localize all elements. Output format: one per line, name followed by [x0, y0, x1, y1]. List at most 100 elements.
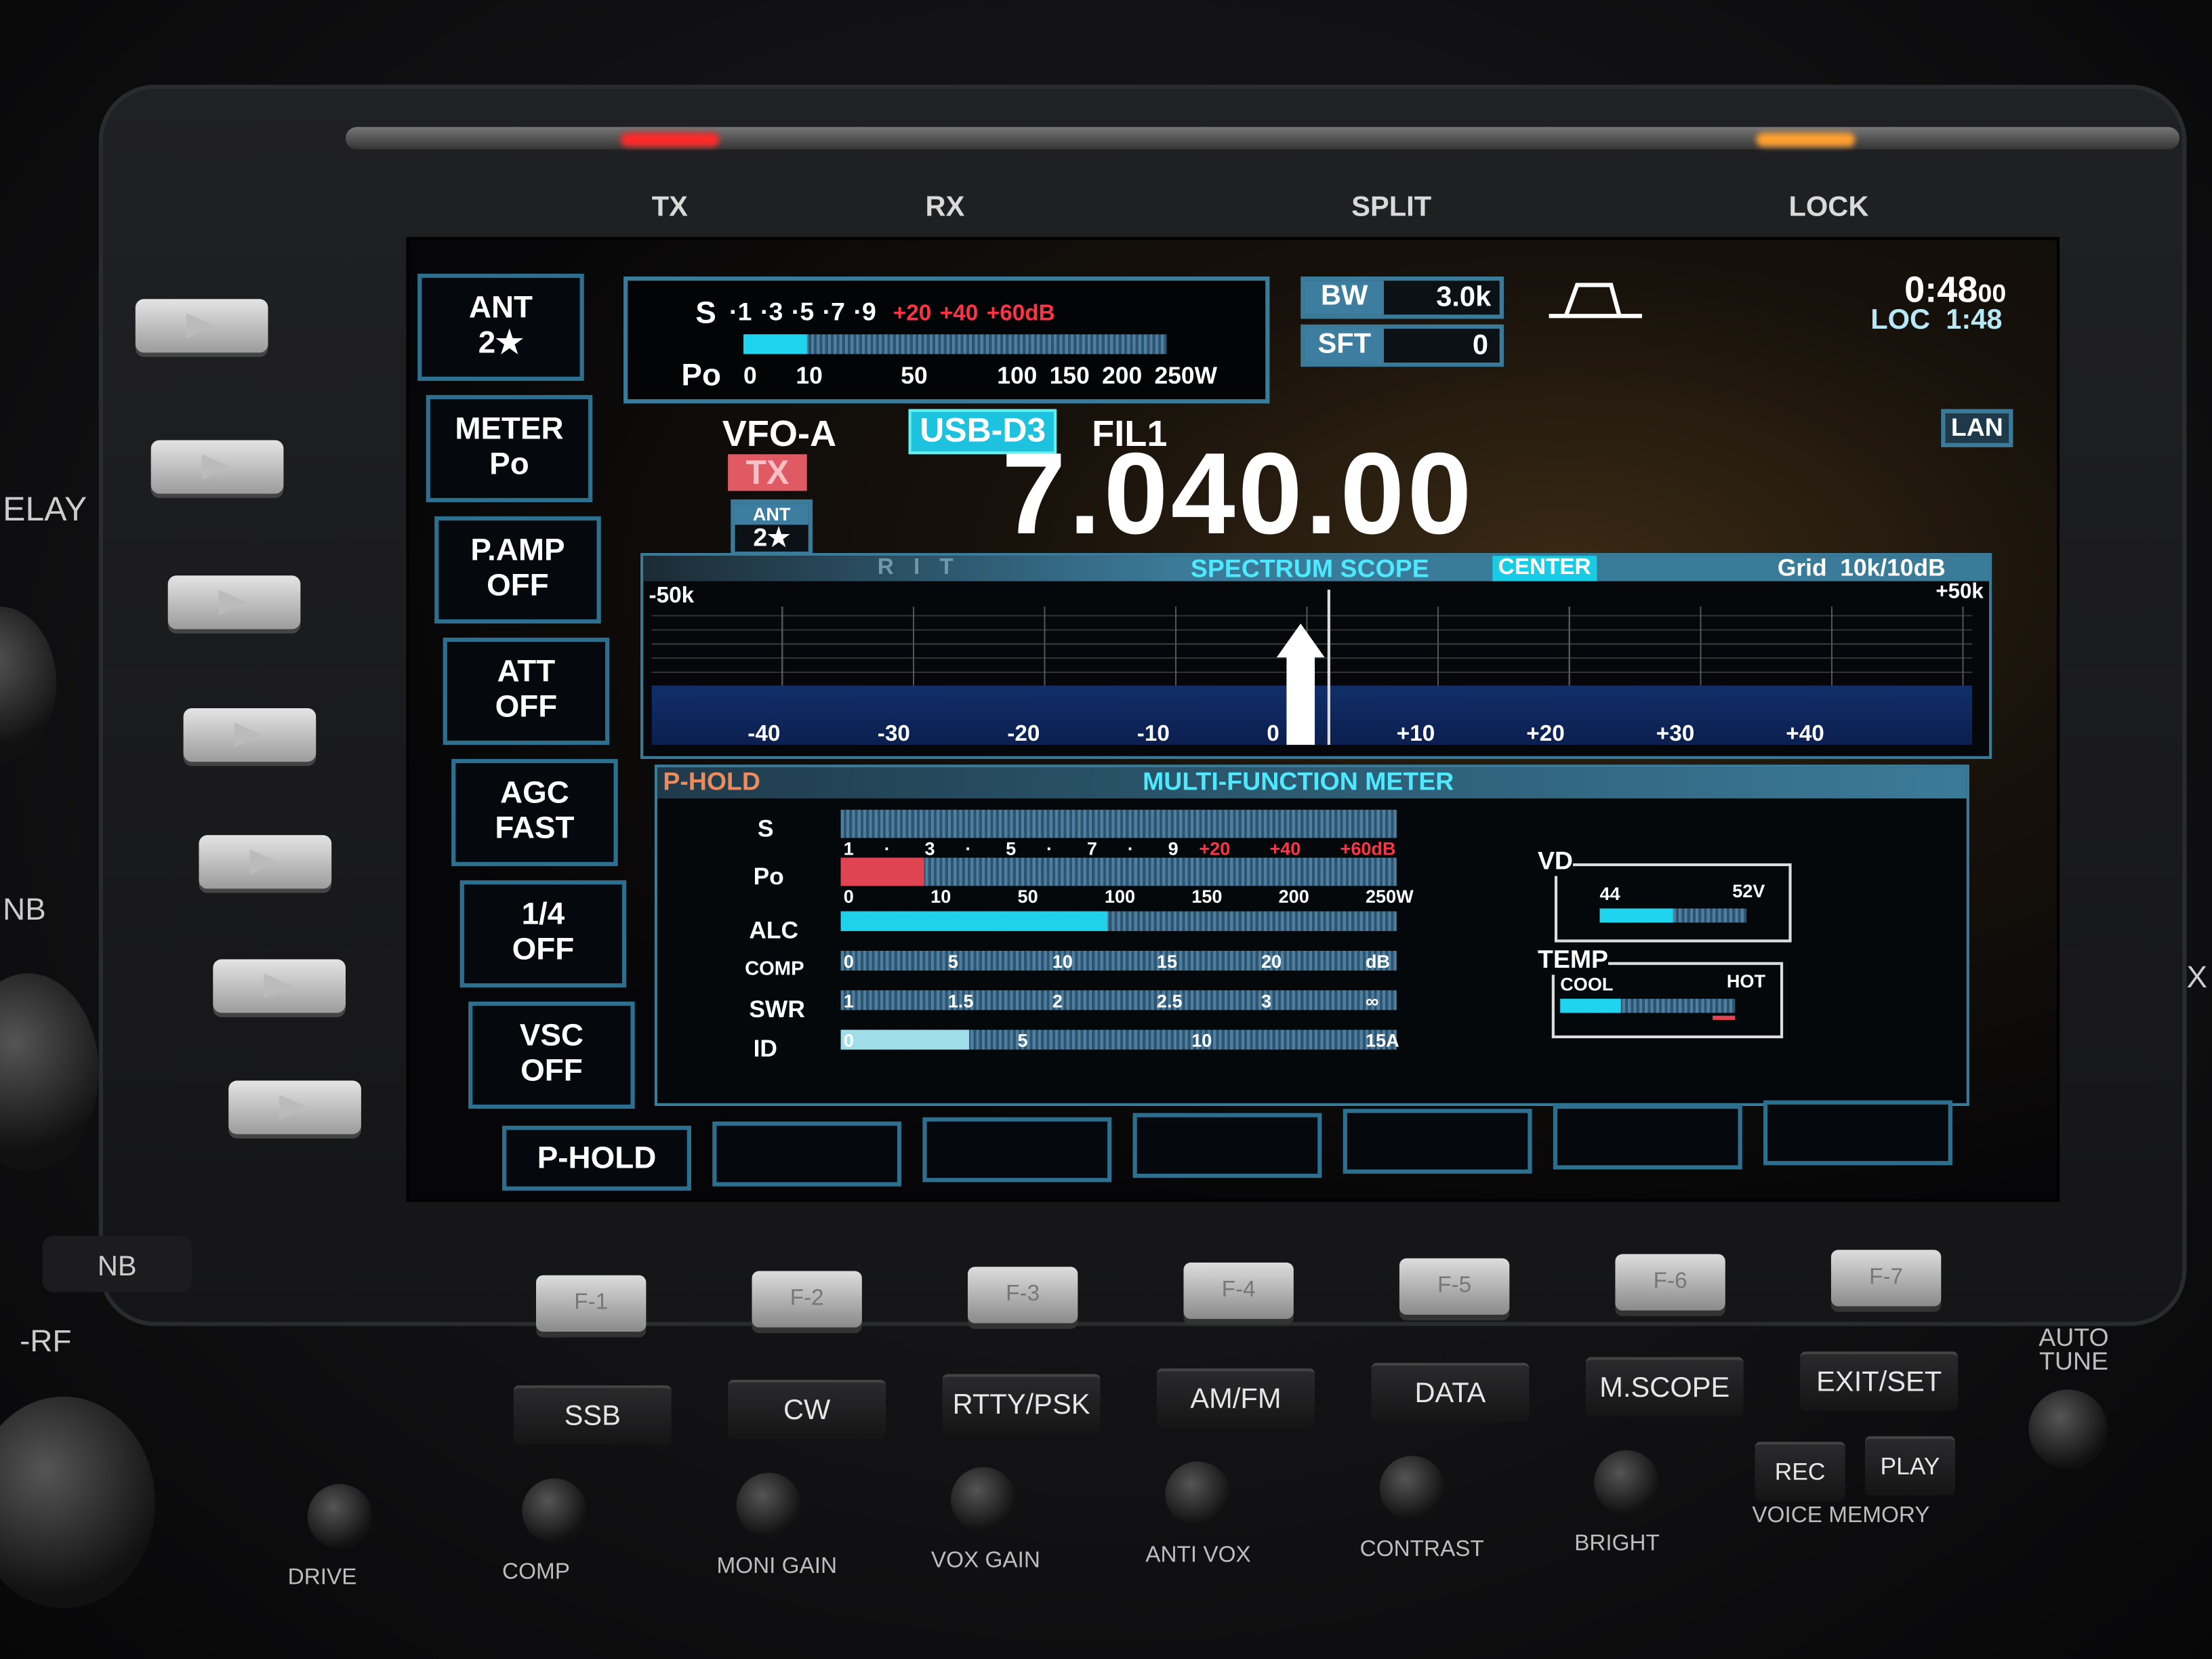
- mode-button-ssb[interactable]: SSB: [513, 1385, 672, 1445]
- loc-time: 1:48: [1946, 304, 2003, 336]
- softkey-arrow-button-3[interactable]: [167, 575, 301, 630]
- mfm-title: MULTI-FUNCTION METER: [1143, 767, 1454, 796]
- bottom-softkey-2[interactable]: [712, 1121, 902, 1187]
- tx-indicator: TX: [651, 192, 688, 223]
- auto-tune-button[interactable]: [2028, 1389, 2108, 1469]
- softkey-meter[interactable]: METER Po: [426, 394, 593, 503]
- rx-indicator: RX: [925, 192, 965, 223]
- function-key-3[interactable]: F-3: [967, 1267, 1078, 1324]
- nb-button[interactable]: NB: [42, 1235, 192, 1292]
- s-scale-tick: ·1: [729, 298, 752, 326]
- top-meter-bar: [743, 334, 1167, 354]
- rf-knob[interactable]: [0, 1396, 155, 1609]
- knob-anti-vox[interactable]: [1165, 1461, 1231, 1527]
- softkey-label: ANT: [468, 289, 533, 325]
- top-meter-fill: [743, 334, 807, 354]
- mfm-tick: 20: [1261, 950, 1282, 972]
- scope-scale-tick: +10: [1396, 722, 1435, 747]
- vfo-name[interactable]: VFO-A: [722, 412, 836, 456]
- s-over-tick: +20: [893, 302, 932, 326]
- play-button[interactable]: PLAY: [1864, 1436, 1956, 1496]
- mode-button-mscope[interactable]: M.SCOPE: [1585, 1357, 1744, 1416]
- sft-display[interactable]: SFT 0: [1300, 324, 1504, 367]
- po-scale-tick: 250W: [1154, 362, 1218, 390]
- left-knob-2[interactable]: [0, 973, 99, 1171]
- mfm-tick: ∞: [1365, 990, 1379, 1012]
- arrow-right-icon: [249, 849, 279, 875]
- knob-label: COMP: [502, 1560, 570, 1584]
- po-scale-tick: 200: [1102, 362, 1143, 390]
- softkey-value: OFF: [512, 930, 575, 966]
- knob-bright[interactable]: [1594, 1450, 1659, 1515]
- mfm-tick: 0: [843, 1029, 854, 1051]
- mfm-tick: ·: [965, 838, 972, 859]
- softkey-arrow-button-6[interactable]: [213, 959, 346, 1013]
- mode-button-cw[interactable]: CW: [728, 1379, 886, 1439]
- bottom-softkey-7[interactable]: [1763, 1100, 1952, 1166]
- mode-button-data[interactable]: DATA: [1371, 1362, 1530, 1422]
- softkey-arrow-button-1[interactable]: [135, 299, 268, 353]
- temp-meter: TEMP COOL HOT: [1537, 945, 1784, 1039]
- scope-mode[interactable]: CENTER: [1492, 556, 1597, 581]
- softkey-arrow-button-2[interactable]: [150, 440, 284, 494]
- softkey-label: 1/4: [521, 895, 565, 931]
- scope-scale-tick: -40: [747, 722, 781, 747]
- function-key-2[interactable]: F-2: [752, 1271, 862, 1328]
- mfm-tick: 5: [1017, 1029, 1028, 1051]
- bottom-softkey-1[interactable]: P-HOLD: [502, 1126, 691, 1191]
- rec-button[interactable]: REC: [1755, 1441, 1845, 1501]
- bw-display[interactable]: BW 3.0k: [1300, 276, 1504, 319]
- po-scale-tick: 0: [743, 362, 757, 390]
- softkey-value: FAST: [495, 809, 575, 845]
- knob-contrast[interactable]: [1379, 1456, 1445, 1521]
- mfm-row-label-po: Po: [753, 863, 784, 890]
- softkey-arrow-button-4[interactable]: [183, 708, 316, 762]
- po-scale-tick: 150: [1049, 362, 1090, 390]
- softkey-pamp[interactable]: P.AMP OFF: [434, 516, 601, 624]
- knob-label: BRIGHT: [1574, 1532, 1660, 1557]
- mfm-row-label-alc: ALC: [749, 917, 799, 944]
- bottom-softkey-3[interactable]: [922, 1117, 1112, 1183]
- softkey-agc[interactable]: AGC FAST: [451, 758, 618, 867]
- bottom-softkey-4[interactable]: [1132, 1113, 1322, 1179]
- softkey-arrow-button-7[interactable]: [228, 1080, 361, 1134]
- temp-hot-zone: [1713, 1015, 1736, 1020]
- sft-label: SFT: [1305, 329, 1385, 363]
- knob-drive[interactable]: [307, 1483, 373, 1549]
- lock-indicator: LOCK: [1788, 192, 1869, 223]
- scope-scale-tick: -20: [1007, 722, 1040, 747]
- mode-button-amfm[interactable]: AM/FM: [1156, 1368, 1315, 1428]
- lock-led: [1756, 132, 1856, 147]
- mode-button-exitset[interactable]: EXIT/SET: [1800, 1351, 1959, 1411]
- function-key-4[interactable]: F-4: [1183, 1263, 1294, 1319]
- frequency-display[interactable]: 7.040.00: [1002, 434, 1475, 556]
- mfm-tick: ·: [884, 838, 890, 859]
- function-key-5[interactable]: F-5: [1399, 1258, 1510, 1315]
- temp-max: HOT: [1726, 970, 1766, 992]
- softkey-vsc[interactable]: VSC OFF: [468, 1001, 635, 1109]
- knob-label: VOX GAIN: [930, 1549, 1040, 1573]
- scope-title: SPECTRUM SCOPE: [1190, 554, 1429, 583]
- softkey-arrow-button-5[interactable]: [199, 835, 332, 889]
- spectrum-scope[interactable]: RIT SPECTRUM SCOPE CENTER Grid 10k/10dB …: [640, 552, 1992, 759]
- bottom-softkey-5[interactable]: [1343, 1109, 1532, 1174]
- mfm-bar-fill: [840, 857, 924, 886]
- function-key-1[interactable]: F-1: [536, 1275, 647, 1332]
- multi-function-meter: P-HOLD MULTI-FUNCTION METER S 1 · 3 · 5 · 7 · 9 +2…: [654, 764, 1969, 1106]
- display-screen: ANT 2★ METER Po P.AMP OFF ATT OFF AGC FAST 1/4 OFF V…: [406, 237, 2060, 1202]
- softkey-14[interactable]: 1/4 OFF: [459, 880, 627, 988]
- sft-value: 0: [1472, 330, 1489, 361]
- softkey-att[interactable]: ATT OFF: [443, 637, 610, 745]
- softkey-ant[interactable]: ANT 2★: [417, 273, 584, 382]
- left-knob-1[interactable]: [0, 607, 57, 762]
- function-key-7[interactable]: F-7: [1830, 1250, 1942, 1307]
- mode-button-rttypsk[interactable]: RTTY/PSK: [942, 1374, 1101, 1433]
- function-key-6[interactable]: F-6: [1615, 1254, 1725, 1311]
- knob-moni-gain[interactable]: [736, 1473, 802, 1538]
- temp-label: TEMP: [1537, 945, 1609, 975]
- knob-comp[interactable]: [522, 1478, 587, 1544]
- bottom-softkey-6[interactable]: [1553, 1104, 1742, 1170]
- arrow-right-icon: [186, 313, 215, 339]
- mfm-bar-id: [840, 1029, 1397, 1050]
- knob-vox-gain[interactable]: [950, 1467, 1016, 1532]
